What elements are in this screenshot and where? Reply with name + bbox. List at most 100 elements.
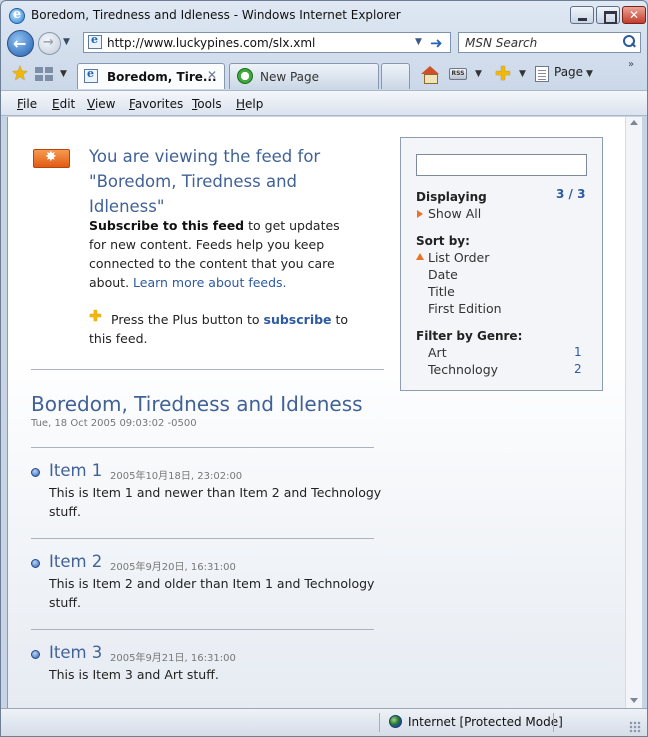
menu-help[interactable]: Help (236, 97, 263, 111)
item-description: This is Item 2 and older than Item 1 and… (49, 576, 375, 610)
search-box[interactable]: MSN Search (458, 32, 641, 53)
page-content: You are viewing the feed for "Boredom, T… (7, 117, 625, 708)
item-date: 2005年9月20日, 16:31:00 (110, 562, 236, 573)
maximize-icon (597, 7, 619, 24)
tab-list-dropdown-icon[interactable]: ▼ (60, 69, 67, 79)
go-arrow-icon[interactable]: ➜ (430, 34, 443, 52)
item-bullet-icon (31, 468, 40, 477)
minimize-button[interactable] (570, 6, 594, 24)
subscribe-description: Subscribe to this feed to get updates fo… (89, 218, 340, 290)
filter-genre-label: Filter by Genre: (416, 329, 523, 343)
page-menu-button[interactable]: Page (554, 65, 583, 79)
tab-feed[interactable]: Boredom, Tire... ✕ (77, 63, 225, 89)
sort-ascending-icon (416, 253, 424, 260)
show-all-arrow-icon (417, 210, 423, 218)
scroll-up-arrow-icon[interactable] (630, 120, 638, 125)
internet-zone-globe-icon (389, 715, 402, 728)
menu-bar: File Edit View Favorites Tools Help (1, 90, 647, 116)
divider (31, 538, 374, 539)
item-description: This is Item 1 and newer than Item 2 and… (49, 485, 382, 519)
feed-icon (33, 149, 70, 168)
add-favorites-dropdown-icon[interactable]: ▼ (519, 69, 526, 79)
item-date: 2005年10月18日, 23:02:00 (110, 471, 243, 482)
menu-view[interactable]: View (87, 97, 115, 111)
maximize-button[interactable] (596, 6, 620, 24)
divider (31, 447, 374, 448)
genre-technology-count: 2 (574, 362, 582, 376)
ie-app-icon (9, 7, 25, 24)
address-input[interactable]: http://www.luckypines.com/slx.xml (107, 36, 315, 50)
item-title-link[interactable]: Item 2 (49, 552, 102, 571)
browser-window: Boredom, Tiredness and Idleness - Window… (0, 0, 648, 737)
resize-grip-icon[interactable] (629, 721, 641, 733)
tab-label: New Page (260, 70, 320, 84)
title-bar: Boredom, Tiredness and Idleness - Window… (1, 1, 647, 29)
sort-option-first-edition[interactable]: First Edition (428, 301, 502, 316)
tab-label: Boredom, Tire... (107, 70, 217, 84)
favorites-star-icon[interactable]: ★ (11, 63, 29, 83)
item-description: This is Item 3 and Art stuff. (49, 667, 219, 682)
tab-close-icon[interactable]: ✕ (207, 68, 217, 82)
feeds-icon[interactable]: RSS (449, 68, 467, 80)
tab-favicon-icon (84, 67, 98, 83)
vertical-scrollbar[interactable] (625, 117, 642, 708)
show-all-link[interactable]: Show All (428, 206, 481, 221)
item-date: 2005年9月21日, 16:31:00 (110, 653, 236, 664)
divider (31, 629, 374, 630)
item-bullet-icon (31, 559, 40, 568)
item-title-link[interactable]: Item 3 (49, 643, 102, 662)
sort-by-label: Sort by: (416, 234, 470, 248)
feed-title[interactable]: Boredom, Tiredness and Idleness (31, 392, 363, 416)
search-input[interactable]: MSN Search (465, 36, 537, 50)
feeds-dropdown-icon[interactable]: ▼ (475, 69, 482, 79)
navigation-bar: ▼ http://www.luckypines.com/slx.xml ▼ ➜ … (1, 29, 647, 59)
page-dropdown-icon[interactable]: ▼ (586, 69, 593, 79)
page-favicon-icon (88, 33, 102, 49)
home-icon[interactable] (421, 66, 439, 84)
genre-art-count: 1 (574, 345, 582, 359)
tab-new-page[interactable]: New Page (229, 63, 379, 89)
recent-pages-dropdown-icon[interactable]: ▼ (63, 37, 70, 47)
forward-button[interactable] (38, 32, 61, 55)
sort-option-date[interactable]: Date (428, 267, 458, 282)
feed-search-input[interactable] (416, 154, 587, 176)
genre-art-link[interactable]: Art (428, 345, 447, 360)
back-button[interactable] (7, 30, 34, 57)
item-title-link[interactable]: Item 1 (49, 461, 102, 480)
toolbar-overflow-chevron-icon[interactable]: » (628, 59, 634, 70)
search-icon[interactable] (622, 35, 636, 49)
item-bullet-icon (31, 650, 40, 659)
new-page-icon (237, 68, 253, 84)
minimize-icon (571, 7, 593, 23)
add-to-favorites-plus-icon[interactable]: ✚ (495, 63, 511, 85)
quick-tabs-icon[interactable] (35, 67, 53, 81)
learn-more-link[interactable]: Learn more about feeds. (133, 275, 287, 290)
status-divider (553, 713, 554, 732)
plus-instruction: Press the Plus button to subscribe to th… (89, 312, 349, 346)
sort-option-title[interactable]: Title (428, 284, 455, 299)
menu-favorites[interactable]: Favorites (129, 97, 183, 111)
new-tab-button[interactable] (381, 63, 410, 89)
security-zone-text[interactable]: Internet [Protected Mode] (408, 715, 563, 729)
divider (31, 369, 384, 370)
close-button[interactable] (622, 6, 646, 24)
address-dropdown-icon[interactable]: ▼ (415, 37, 422, 47)
genre-technology-link[interactable]: Technology (428, 362, 498, 377)
address-bar[interactable]: http://www.luckypines.com/slx.xml ▼ ➜ (83, 32, 451, 53)
menu-tools[interactable]: Tools (192, 97, 222, 111)
menu-edit[interactable]: Edit (52, 97, 75, 111)
tab-bar: ★ ▼ Boredom, Tire... ✕ New Page RSS ▼ ✚ … (1, 59, 647, 90)
feed-date: Tue, 18 Oct 2005 09:03:02 -0500 (31, 418, 197, 429)
menu-file[interactable]: File (17, 97, 37, 111)
status-divider (379, 713, 380, 732)
feed-viewing-heading: You are viewing the feed for "Boredom, T… (89, 147, 321, 216)
sort-option-list-order[interactable]: List Order (428, 250, 489, 265)
subscribe-link[interactable]: subscribe (264, 312, 332, 327)
page-icon[interactable] (535, 66, 549, 82)
displaying-label: Displaying (416, 190, 487, 204)
window-title: Boredom, Tiredness and Idleness - Window… (31, 8, 401, 22)
close-icon (623, 7, 645, 23)
status-bar: Internet [Protected Mode] (1, 708, 647, 736)
subscribe-bold-text: Subscribe to this feed (89, 218, 245, 233)
scroll-down-arrow-icon[interactable] (630, 698, 638, 703)
